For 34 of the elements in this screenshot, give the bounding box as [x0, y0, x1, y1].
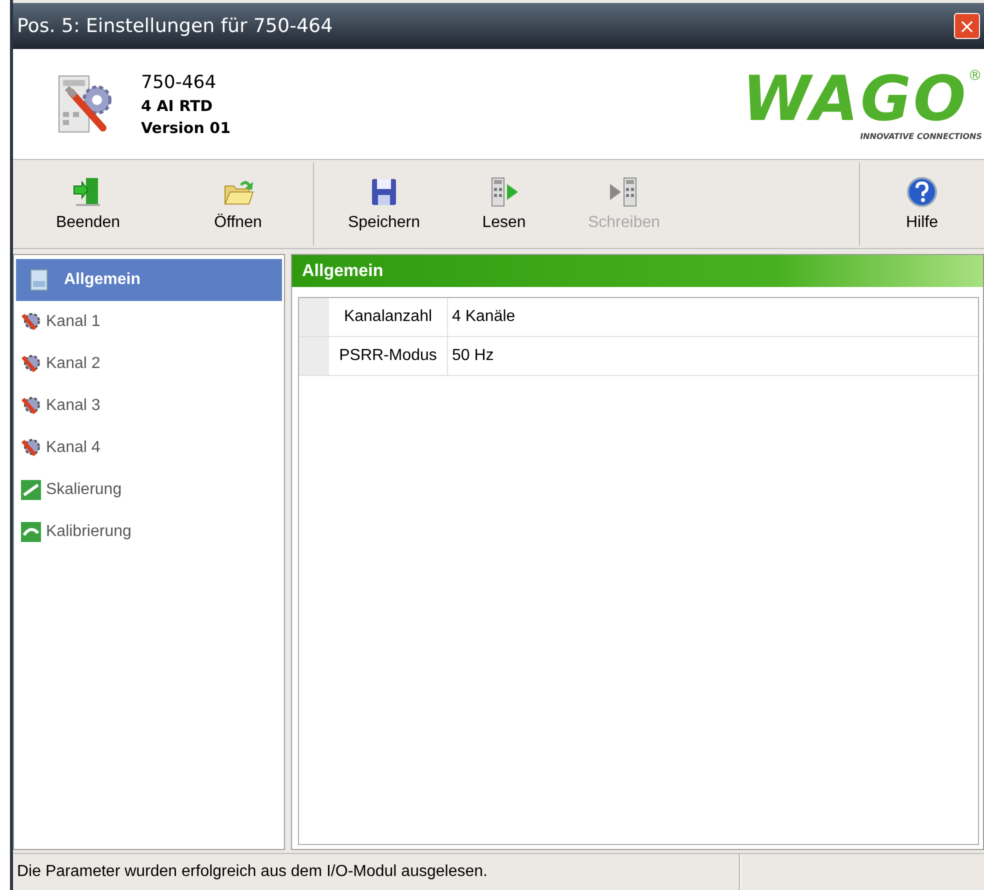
sidebar-item[interactable]: Kanal 2	[16, 343, 282, 385]
square-icon	[20, 479, 42, 501]
document-icon	[28, 269, 50, 291]
gear-wrench-icon	[20, 437, 42, 459]
help-icon	[906, 176, 938, 208]
property-name: PSRR-Modus	[329, 337, 448, 375]
close-button[interactable]: ×	[954, 13, 980, 39]
property-name: Kanalanzahl	[329, 298, 448, 336]
window-title: Pos. 5: Einstellungen für 750-464	[17, 15, 333, 37]
sidebar-item[interactable]: Kanal 1	[16, 301, 282, 343]
sidebar-item[interactable]: Allgemein	[16, 259, 282, 301]
module-info: 750-464	[141, 72, 218, 92]
module-info: 4 AI RTD	[141, 96, 214, 114]
property-value[interactable]: 50 Hz	[448, 337, 978, 375]
toolbar-button[interactable]: Öffnen	[163, 162, 313, 246]
toolbar-button[interactable]: Hilfe	[867, 162, 977, 246]
toolbar-button[interactable]: Lesen	[444, 162, 564, 246]
status-message: Die Parameter wurden erfolgreich aus dem I/O-Modul ausgelesen.	[13, 854, 740, 890]
sidebar-item[interactable]: Skalierung	[16, 469, 282, 511]
logo-text: WAGO	[742, 68, 968, 130]
registered-mark: ®	[968, 68, 982, 84]
gear-wrench-icon	[20, 395, 42, 417]
property-value[interactable]: 4 Kanäle	[448, 298, 978, 336]
sidebar-item[interactable]: Kalibrierung	[16, 511, 282, 553]
toolbar-button[interactable]: Beenden	[13, 162, 163, 246]
panel-header: Allgemein	[292, 255, 983, 287]
gear-wrench-icon	[20, 353, 42, 375]
gear-wrench-icon	[20, 311, 42, 333]
toolbar-button[interactable]: Speichern	[324, 162, 444, 246]
module-info: Version 01	[141, 118, 232, 136]
sidebar-item[interactable]: Kanal 3	[16, 385, 282, 427]
square-icon	[20, 521, 42, 543]
sidebar-item[interactable]: Kanal 4	[16, 427, 282, 469]
logo-tagline: INNOVATIVE CONNECTIONS	[860, 132, 982, 140]
